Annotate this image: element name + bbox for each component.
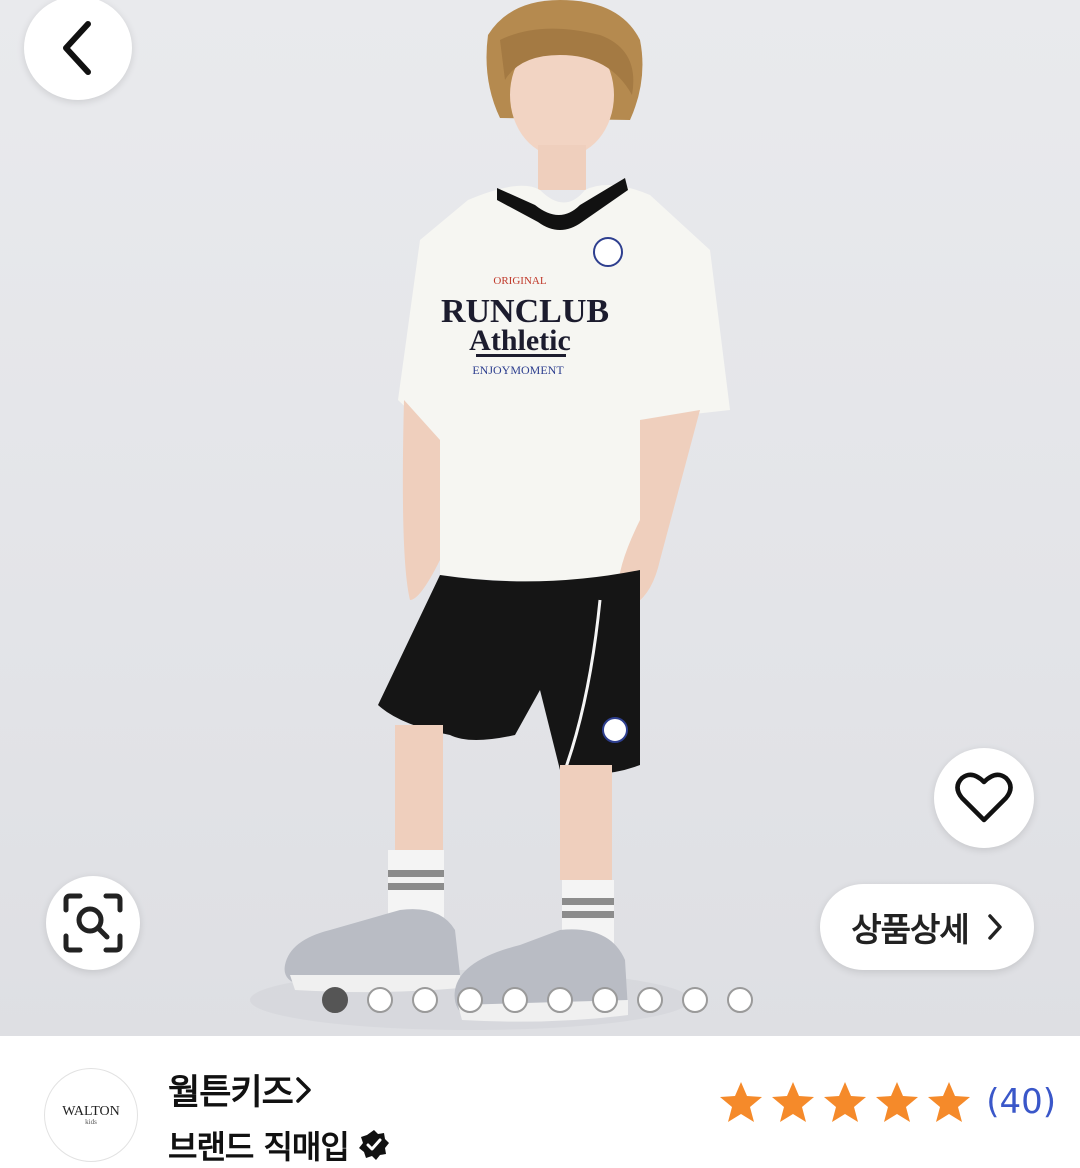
brand-direct-purchase-label: 브랜드 직매입 [168, 1128, 350, 1166]
image-search-button[interactable] [46, 876, 140, 970]
shirt-print-athletic: Athletic [469, 324, 571, 357]
slide-dot[interactable] [322, 987, 348, 1013]
product-detail-button[interactable]: 상품상세 [820, 884, 1034, 970]
review-count[interactable]: (40) [986, 1082, 1056, 1122]
brand-info-section: WALTON kids 월튼키즈 브랜드 직매입 (40) [0, 1036, 1080, 1166]
slide-dot[interactable] [502, 987, 528, 1013]
slide-dot[interactable] [457, 987, 483, 1013]
brand-logo[interactable]: WALTON kids [44, 1068, 138, 1162]
slide-dot[interactable] [637, 987, 663, 1013]
heart-icon [955, 772, 1013, 823]
star-icon [772, 1082, 815, 1122]
chevron-right-icon [987, 914, 1002, 940]
slide-dot[interactable] [592, 987, 618, 1013]
slide-dot[interactable] [547, 987, 573, 1013]
brand-sub-row: 브랜드 직매입 [168, 1122, 391, 1168]
star-icon [824, 1082, 867, 1122]
slide-dot[interactable] [367, 987, 393, 1013]
star-icon [928, 1082, 971, 1122]
brand-name-link[interactable]: 월튼키즈 [168, 1064, 315, 1115]
lens-search-icon [63, 893, 123, 953]
verified-badge-icon [358, 1130, 389, 1160]
chevron-right-icon [296, 1076, 311, 1103]
slide-dot[interactable] [727, 987, 753, 1013]
chevron-left-icon [63, 21, 91, 75]
shirt-print-original: ORIGINAL [493, 275, 546, 287]
wishlist-button[interactable] [934, 748, 1034, 848]
brand-logo-sub: kids [85, 1118, 97, 1126]
slide-dot[interactable] [682, 987, 708, 1013]
rating-row[interactable]: (40) [718, 1080, 1056, 1124]
back-button[interactable] [24, 0, 132, 100]
star-icon [876, 1082, 919, 1122]
shirt-print-enjoymoment: ENJOYMOMENT [472, 363, 564, 377]
star-icon [720, 1082, 763, 1122]
slide-indicator [322, 987, 753, 1013]
brand-name: 월튼키즈 [168, 1073, 294, 1113]
product-photo: ORIGINAL RUNCLUB Athletic ENJOYMOMENT [250, 0, 730, 1030]
slide-dot[interactable] [412, 987, 438, 1013]
product-detail-label: 상품상세 [851, 910, 969, 949]
product-image[interactable]: ORIGINAL RUNCLUB Athletic ENJOYMOMENT [0, 0, 1080, 1036]
